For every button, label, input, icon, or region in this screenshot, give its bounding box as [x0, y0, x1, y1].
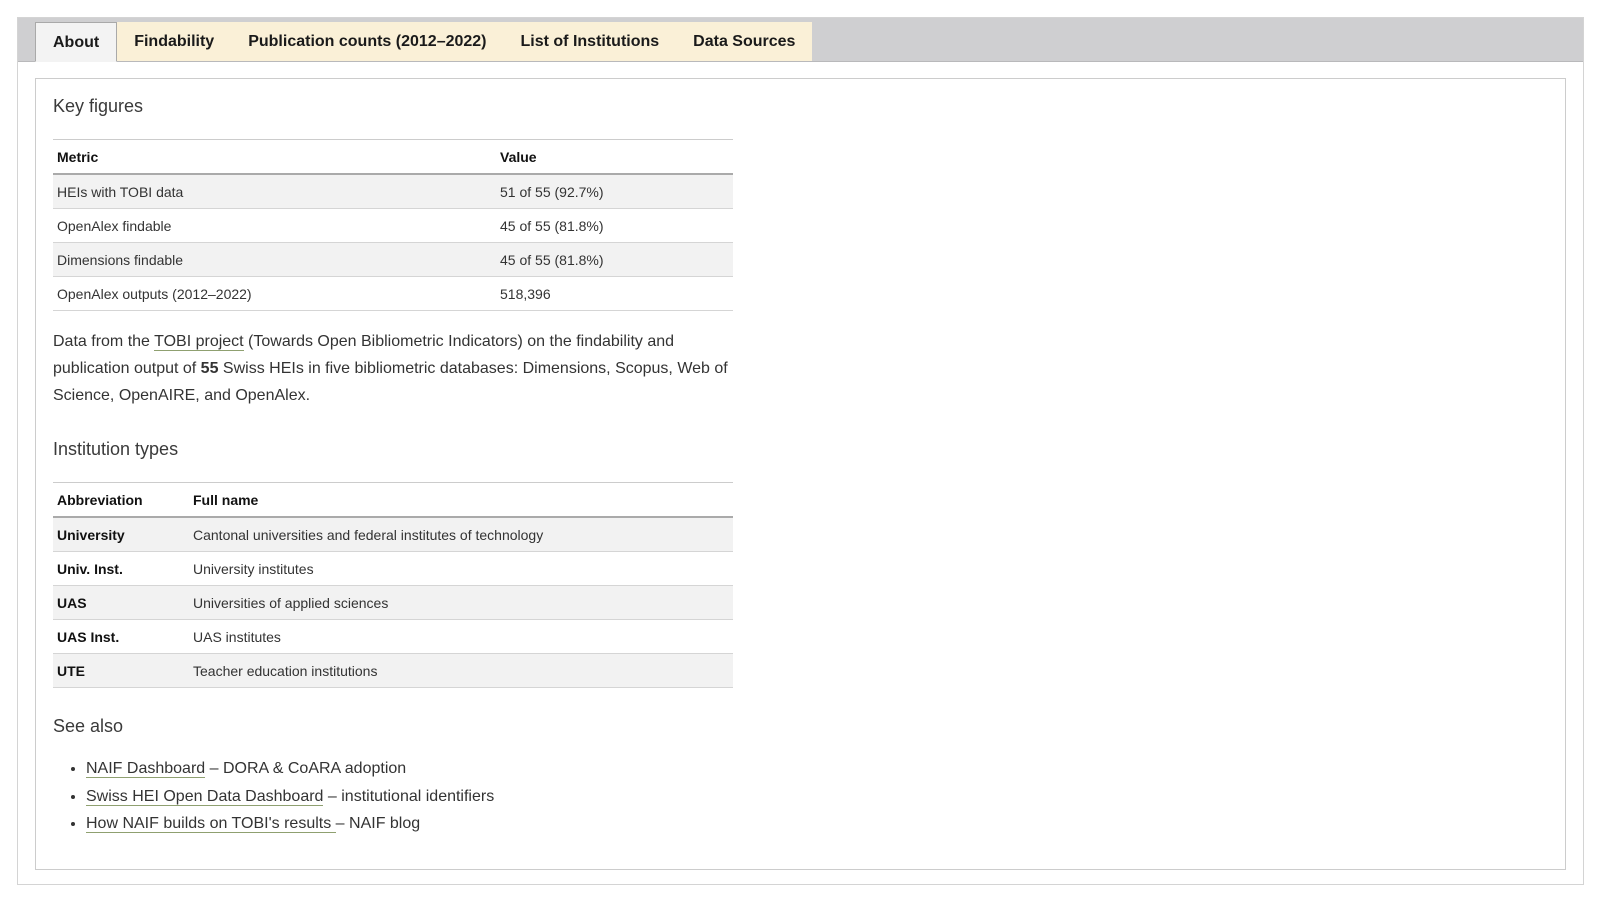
- table-row: Univ. Inst. University institutes: [53, 551, 733, 586]
- hei-count: 55: [200, 360, 219, 377]
- column-header-metric: Metric: [53, 139, 496, 175]
- naif-dashboard-link[interactable]: NAIF Dashboard: [86, 760, 206, 778]
- metric-cell: HEIs with TOBI data: [53, 174, 496, 209]
- institution-types-table: Abbreviation Full name University Canton…: [53, 482, 733, 688]
- table-row: OpenAlex outputs (2012–2022) 518,396: [53, 276, 733, 311]
- table-row: UAS Universities of applied sciences: [53, 585, 733, 620]
- table-row: UTE Teacher education institutions: [53, 653, 733, 688]
- tab-bar: About Findability Publication counts (20…: [18, 18, 1583, 62]
- column-header-value: Value: [496, 139, 733, 175]
- see-also-heading: See also: [53, 716, 124, 736]
- full-name-cell: UAS institutes: [189, 619, 733, 654]
- tab-publication-counts[interactable]: Publication counts (2012–2022): [231, 22, 503, 61]
- full-name-cell: Cantonal universities and federal instit…: [189, 517, 733, 552]
- swiss-hei-open-data-link[interactable]: Swiss HEI Open Data Dashboard: [86, 787, 324, 806]
- abbreviation-cell: University: [53, 517, 189, 552]
- list-item-text: – DORA & CoARA adoption: [205, 760, 407, 777]
- table-header-row: Metric Value: [53, 139, 733, 175]
- table-row: HEIs with TOBI data 51 of 55 (92.7%): [53, 174, 733, 209]
- tab-list: About Findability Publication counts (20…: [35, 22, 813, 62]
- tab-findability[interactable]: Findability: [117, 22, 231, 61]
- table-header-row: Abbreviation Full name: [53, 482, 733, 518]
- column-header-full-name: Full name: [189, 482, 733, 518]
- value-cell: 45 of 55 (81.8%): [496, 208, 733, 243]
- tab-about[interactable]: About: [35, 22, 118, 62]
- tobi-project-link[interactable]: TOBI project: [154, 333, 244, 351]
- list-item-text: – institutional identifiers: [323, 787, 495, 805]
- about-panel: Key figures Metric Value HEIs with TOBI …: [35, 78, 1566, 870]
- institution-types-heading: Institution types: [53, 439, 179, 459]
- value-cell: 45 of 55 (81.8%): [496, 242, 733, 277]
- table-row: University Cantonal universities and fed…: [53, 517, 733, 552]
- tab-data-sources[interactable]: Data Sources: [676, 22, 812, 61]
- table-row: OpenAlex findable 45 of 55 (81.8%): [53, 208, 733, 243]
- full-name-cell: University institutes: [189, 551, 733, 586]
- dashboard-frame: About Findability Publication counts (20…: [17, 17, 1584, 885]
- metric-cell: OpenAlex outputs (2012–2022): [53, 276, 496, 311]
- see-also-list: NAIF Dashboard – DORA & CoARA adoption S…: [53, 755, 494, 838]
- naif-blog-link[interactable]: How NAIF builds on TOBI's results: [86, 815, 336, 833]
- metric-cell: OpenAlex findable: [53, 208, 496, 243]
- metric-cell: Dimensions findable: [53, 242, 496, 277]
- value-cell: 518,396: [496, 276, 733, 311]
- description-paragraph: Data from the TOBI project (Towards Open…: [53, 328, 733, 409]
- table-row: UAS Inst. UAS institutes: [53, 619, 733, 654]
- abbreviation-cell: UAS Inst.: [53, 619, 189, 654]
- tab-list-of-institutions[interactable]: List of Institutions: [504, 22, 677, 61]
- key-figures-heading: Key figures: [53, 96, 144, 116]
- table-row: Dimensions findable 45 of 55 (81.8%): [53, 242, 733, 277]
- list-item-text: – NAIF blog: [335, 815, 421, 832]
- list-item: NAIF Dashboard – DORA & CoARA adoption: [86, 755, 494, 783]
- full-name-cell: Universities of applied sciences: [189, 585, 733, 620]
- full-name-cell: Teacher education institutions: [189, 653, 733, 688]
- description-prefix: Data from the: [53, 333, 155, 350]
- abbreviation-cell: UTE: [53, 653, 189, 688]
- abbreviation-cell: Univ. Inst.: [53, 551, 189, 586]
- abbreviation-cell: UAS: [53, 585, 189, 620]
- list-item: How NAIF builds on TOBI's results – NAIF…: [86, 810, 494, 838]
- column-header-abbreviation: Abbreviation: [53, 482, 189, 518]
- key-figures-table: Metric Value HEIs with TOBI data 51 of 5…: [53, 139, 733, 311]
- list-item: Swiss HEI Open Data Dashboard – institut…: [86, 783, 494, 811]
- value-cell: 51 of 55 (92.7%): [496, 174, 733, 209]
